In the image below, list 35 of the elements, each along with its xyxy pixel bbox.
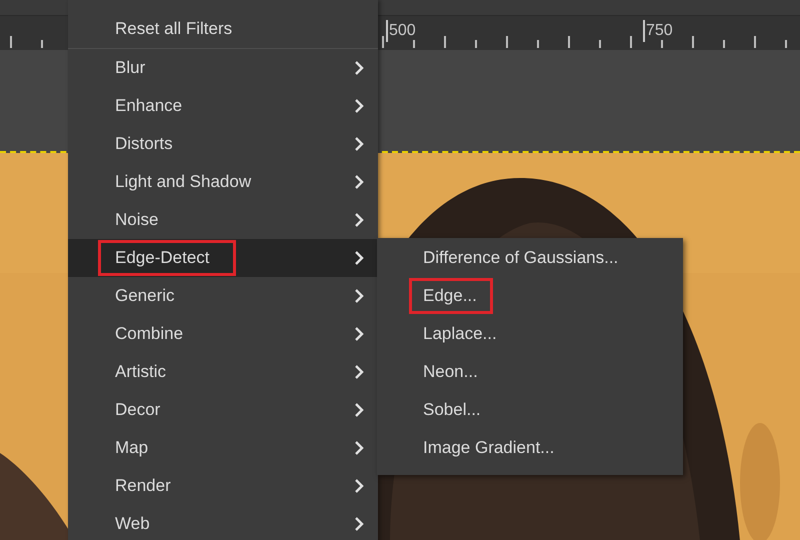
- menu-item[interactable]: Blur: [68, 49, 378, 87]
- menu-item[interactable]: Light and Shadow: [68, 163, 378, 201]
- chevron-right-icon: [354, 99, 364, 113]
- chevron-right-icon: [354, 175, 364, 189]
- menu-item[interactable]: Enhance: [68, 87, 378, 125]
- menu-item[interactable]: Map: [68, 429, 378, 467]
- menu-item[interactable]: Distorts: [68, 125, 378, 163]
- ruler-label: 500: [386, 20, 416, 42]
- chevron-right-icon: [354, 251, 364, 265]
- chevron-right-icon: [354, 365, 364, 379]
- ruler-label: 750: [643, 20, 673, 42]
- chevron-right-icon: [354, 403, 364, 417]
- chevron-right-icon: [354, 479, 364, 493]
- menu-item[interactable]: Decor: [68, 391, 378, 429]
- menu-item[interactable]: Artistic: [68, 353, 378, 391]
- menu-item[interactable]: Image Gradient...: [377, 429, 683, 467]
- menu-item[interactable]: Edge...: [377, 277, 683, 315]
- menu-item[interactable]: Noise: [68, 201, 378, 239]
- chevron-right-icon: [354, 327, 364, 341]
- chevron-right-icon: [354, 517, 364, 531]
- menu-item[interactable]: Laplace...: [377, 315, 683, 353]
- menu-item[interactable]: Difference of Gaussians...: [377, 239, 683, 277]
- chevron-right-icon: [354, 441, 364, 455]
- chevron-right-icon: [354, 61, 364, 75]
- chevron-right-icon: [354, 213, 364, 227]
- menu-item[interactable]: Render: [68, 467, 378, 505]
- menu-item[interactable]: Reset all Filters: [68, 10, 378, 48]
- chevron-right-icon: [354, 137, 364, 151]
- menu-item[interactable]: Combine: [68, 315, 378, 353]
- chevron-right-icon: [354, 289, 364, 303]
- menu-item[interactable]: Generic: [68, 277, 378, 315]
- menu-item[interactable]: Web: [68, 505, 378, 540]
- menu-item[interactable]: Neon...: [377, 353, 683, 391]
- menu-item[interactable]: Edge-Detect: [68, 239, 378, 277]
- menu-item[interactable]: Sobel...: [377, 391, 683, 429]
